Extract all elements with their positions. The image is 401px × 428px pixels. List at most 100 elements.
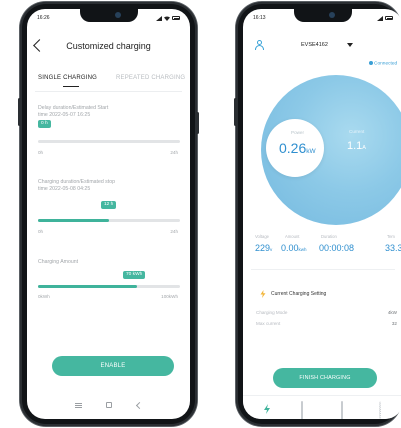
setting-value: 4kW	[387, 310, 397, 315]
volume-button	[234, 98, 237, 126]
delay-start-time: time 2022-05-07 16:25	[38, 111, 91, 118]
home-icon[interactable]	[106, 402, 113, 408]
amount-value-badge: 70 kWh	[123, 271, 146, 279]
voltage-unit: v	[270, 247, 273, 252]
delay-section: Delay duration/Estimated Start time 2022…	[38, 105, 182, 165]
tab-bar: SINGLE CHARGING REPEATED CHARGING	[27, 75, 190, 89]
tab-settings[interactable]	[379, 401, 391, 419]
amount-section: Charging Amount 70 kWh 0kWh 100kWh	[38, 259, 182, 319]
system-nav-bar	[27, 399, 190, 411]
amount-min: 0kWh	[38, 294, 50, 299]
volume-button	[18, 98, 21, 126]
duration-slider[interactable]	[38, 219, 180, 222]
gear-icon	[379, 401, 381, 419]
amount-number: 0.00	[281, 243, 299, 253]
duration-slider-fill	[38, 219, 109, 222]
status-icons	[377, 15, 393, 21]
power-unit: kW	[306, 148, 316, 155]
tab-charging[interactable]	[261, 402, 273, 414]
microphone-icon	[341, 401, 343, 419]
duration-label: Duration	[321, 234, 337, 239]
finish-charging-button[interactable]: FINISH CHARGING	[273, 368, 377, 388]
duration-min: 0h	[38, 229, 44, 234]
duration-section: Charging duration/Estimated stop time 20…	[38, 179, 182, 249]
screen-customized-charging: 16:26 Customized charging SINGLE CHARGIN…	[27, 9, 190, 419]
voltage-value: 229v	[255, 243, 272, 253]
voltage-number: 229	[255, 243, 271, 253]
header: Customized charging	[27, 39, 190, 55]
document-icon	[301, 401, 303, 419]
delay-max: 24h	[170, 150, 178, 155]
caret-down-icon[interactable]	[347, 43, 353, 47]
delay-slider[interactable]	[38, 140, 180, 143]
setting-title: Current Charging Setting	[271, 291, 327, 297]
amount-value: 0.00kwh	[281, 243, 307, 253]
front-camera	[329, 12, 335, 18]
stat-values: 229v 0.00kwh 00:00:08 33.3	[255, 243, 401, 257]
power-label: Power	[291, 130, 305, 135]
temperature-label: Tem	[387, 234, 395, 239]
bolt-icon	[264, 404, 270, 414]
wifi-icon	[164, 16, 170, 21]
active-tab-indicator	[63, 86, 79, 88]
amount-label: Amount	[285, 234, 300, 239]
amount-slider-fill	[38, 285, 138, 288]
signal-icon	[156, 15, 162, 21]
connection-label: Connected	[374, 61, 398, 67]
front-camera	[114, 12, 121, 18]
connected-dot-icon	[369, 61, 373, 65]
duration-max: 24h	[170, 229, 178, 234]
notch	[294, 9, 352, 22]
tab-repeated-charging[interactable]: REPEATED CHARGING	[116, 75, 185, 81]
divider	[35, 91, 182, 92]
screen-charging-status: 16:13 EVSE4162 Connected Power 0.26kW Cu…	[243, 9, 401, 419]
current-unit: A	[362, 145, 366, 151]
delay-label: Delay duration/Estimated Start	[38, 105, 109, 111]
device-name[interactable]: EVSE4162	[301, 42, 328, 48]
bottom-tab-bar	[243, 395, 401, 419]
status-icons	[156, 15, 180, 21]
duration-label: Charging duration/Estimated stop	[38, 179, 115, 185]
user-icon[interactable]	[255, 40, 264, 50]
stat-labels: Voltage Amount Duration Tem	[255, 234, 401, 242]
setting-key: Max current	[256, 321, 281, 326]
duration-value: 00:00:08	[319, 243, 355, 253]
battery-icon	[385, 16, 393, 20]
delay-value-badge: 0 h	[38, 120, 51, 128]
connection-status: Connected	[369, 61, 397, 66]
status-time: 16:26	[37, 15, 50, 21]
power-value: 0.26kW	[279, 140, 316, 156]
enable-button[interactable]: ENABLE	[52, 356, 174, 376]
current-number: 1.1	[347, 140, 363, 152]
header: EVSE4162	[243, 39, 401, 53]
current-value: 1.1A	[347, 140, 366, 152]
phone-left: 16:26 Customized charging SINGLE CHARGIN…	[18, 2, 199, 426]
delay-min: 0h	[38, 150, 44, 155]
duration-stop-time: time 2022-05-08 04:25	[38, 185, 91, 192]
current-label: Current	[349, 129, 365, 134]
tab-voice[interactable]	[341, 401, 353, 419]
notch	[79, 9, 138, 22]
temperature-value: 33.3	[385, 243, 401, 253]
battery-icon	[172, 16, 180, 20]
tab-single-charging[interactable]: SINGLE CHARGING	[38, 75, 97, 81]
duration-value-badge: 12 h	[101, 201, 117, 209]
amount-label: Charging Amount	[38, 259, 79, 265]
signal-icon	[377, 15, 383, 21]
amount-max: 100kWh	[161, 294, 178, 299]
setting-mode-row: Charging Mode 4kW	[256, 310, 401, 318]
amount-slider[interactable]	[38, 285, 180, 288]
phone-right: 16:13 EVSE4162 Connected Power 0.26kW Cu…	[234, 2, 401, 426]
setting-value: 32	[391, 321, 397, 326]
power-number: 0.26	[279, 140, 307, 156]
power-button	[196, 112, 199, 134]
amount-unit: kwh	[298, 247, 307, 252]
setting-key: Charging Mode	[256, 310, 288, 315]
menu-icon[interactable]	[75, 402, 83, 408]
setting-current-row: Max current 32	[256, 321, 401, 329]
bolt-icon	[260, 290, 266, 298]
divider	[251, 269, 395, 270]
tab-records[interactable]	[301, 401, 313, 419]
page-title: Customized charging	[66, 41, 151, 51]
back-icon[interactable]	[135, 401, 143, 409]
